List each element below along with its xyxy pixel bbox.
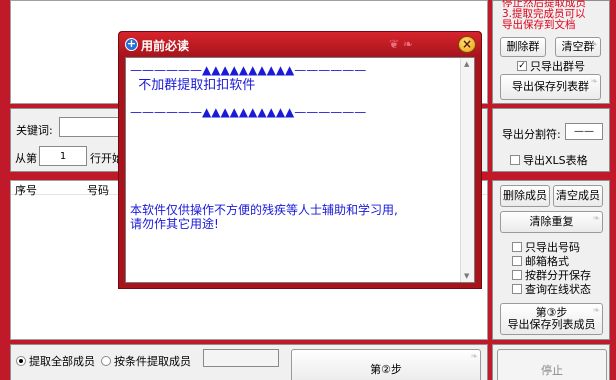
- read-before-use-dialog: + 用前必读 ❦ ❧ × ——————▲▲▲▲▲▲▲▲▲▲—————— 不加群提…: [118, 31, 482, 289]
- separator-label: 导出分割符:: [502, 128, 561, 141]
- checkbox-icon: [512, 284, 522, 294]
- flourish-icon: ❧: [590, 77, 598, 87]
- extract-all-label: 提取全部成员: [29, 355, 95, 368]
- query-online-label: 查询在线状态: [525, 283, 591, 296]
- delete-group-button[interactable]: 删除群: [500, 37, 546, 57]
- step3-export-members-button[interactable]: 第③步 导出保存列表成员 ❧: [500, 303, 603, 335]
- step2-label: 第②步: [370, 363, 402, 376]
- dialog-heading: 不加群提取扣扣软件: [130, 78, 256, 93]
- checkbox-icon: [512, 242, 522, 252]
- close-icon[interactable]: ×: [458, 36, 476, 53]
- clear-duplicates-button[interactable]: 清除重复 ❧: [500, 211, 603, 233]
- dialog-disclaimer-line-1: 本软件仅供操作不方便的残疾等人士辅助和学习用,: [130, 203, 398, 217]
- separator-input[interactable]: ——: [565, 123, 603, 140]
- stop-panel: 停止: [492, 344, 610, 380]
- column-header-number[interactable]: 号码: [87, 182, 109, 198]
- stop-button[interactable]: 停止: [497, 349, 607, 380]
- flourish-icon: ❧: [592, 306, 600, 316]
- dialog-disclaimer-line-2: 请勿作其它用途!: [130, 217, 219, 231]
- step3-sublabel: 导出保存列表成员: [507, 318, 596, 331]
- start-from-label: 从第: [15, 152, 37, 165]
- start-row-input[interactable]: 1: [39, 146, 87, 166]
- clear-member-button[interactable]: 清空成员: [553, 185, 603, 207]
- dialog-title: 用前必读: [141, 39, 190, 53]
- export-group-list-label: 导出保存列表群: [512, 80, 589, 93]
- checkbox-icon: [510, 155, 520, 165]
- query-online-checkbox[interactable]: 查询在线状态: [512, 281, 591, 297]
- delete-member-button[interactable]: 删除成员: [500, 185, 550, 207]
- dialog-scrollbar[interactable]: ▲ ▼: [460, 58, 474, 282]
- flourish-icon: ❧: [470, 352, 478, 362]
- step2-extract-button[interactable]: 第②步 ❧: [291, 349, 481, 380]
- clear-group-button[interactable]: 清空群 ❧: [555, 37, 601, 57]
- delete-member-label: 删除成员: [503, 189, 547, 202]
- checkmark-icon: ✓: [517, 60, 527, 71]
- dialog-titlebar[interactable]: + 用前必读 ❦ ❧ ×: [119, 32, 481, 56]
- clear-duplicates-label: 清除重复: [529, 215, 574, 228]
- checkbox-icon: [512, 270, 522, 280]
- stop-label: 停止: [541, 364, 563, 377]
- export-xls-checkbox[interactable]: 导出XLS表格: [510, 152, 588, 168]
- group-controls-panel: 停止然后提取成员 3.提取完成员可以 导出保存到文档 删除群 清空群 ❧ ✓ 只…: [492, 0, 610, 104]
- column-header-index[interactable]: 序号: [15, 182, 37, 198]
- extract-conditional-label: 按条件提取成员: [114, 355, 191, 368]
- notice-line-3: 导出保存到文档: [502, 19, 576, 31]
- dialog-text-area[interactable]: ——————▲▲▲▲▲▲▲▲▲▲—————— 不加群提取扣扣软件 ——————▲…: [125, 57, 475, 283]
- radio-checked-icon: [16, 356, 26, 366]
- export-group-number-checkbox[interactable]: ✓ 只导出群号: [517, 58, 585, 74]
- member-controls-panel: 删除成员 清空成员 清除重复 ❧ 只导出号码 邮箱格式 按群分开保存 查询在线状…: [492, 180, 610, 340]
- info-icon: +: [125, 37, 138, 51]
- scroll-down-icon[interactable]: ▼: [464, 272, 469, 280]
- checkbox-icon: [512, 256, 522, 266]
- scroll-up-icon[interactable]: ▲: [464, 60, 469, 68]
- radio-unchecked-icon: [101, 356, 111, 366]
- flourish-icon: ❧: [590, 40, 598, 50]
- condition-input[interactable]: [203, 349, 279, 367]
- dialog-divider-top: ——————▲▲▲▲▲▲▲▲▲▲——————: [130, 63, 367, 77]
- ornament-icon: ❦ ❧: [389, 37, 413, 51]
- dialog-divider-bottom: ——————▲▲▲▲▲▲▲▲▲▲——————: [130, 105, 367, 119]
- separator-panel: 导出分割符: —— 导出XLS表格: [492, 108, 610, 172]
- keyword-label: 关键词:: [16, 124, 53, 137]
- extract-panel: 提取全部成员 按条件提取成员 第②步 ❧: [10, 344, 488, 380]
- extract-all-radio[interactable]: 提取全部成员: [16, 353, 95, 369]
- export-group-number-label: 只导出群号: [530, 60, 585, 73]
- flourish-icon: ❧: [592, 214, 600, 224]
- delete-group-label: 删除群: [506, 40, 540, 53]
- clear-member-label: 清空成员: [556, 189, 600, 202]
- export-xls-label: 导出XLS表格: [523, 154, 588, 167]
- export-group-list-button[interactable]: 导出保存列表群 ❧: [500, 74, 601, 100]
- extract-conditional-radio[interactable]: 按条件提取成员: [101, 353, 191, 369]
